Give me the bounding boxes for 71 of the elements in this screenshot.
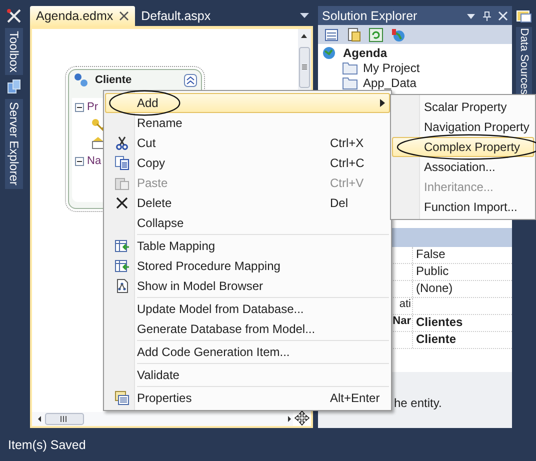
key-icon xyxy=(92,119,104,131)
menu-item[interactable]: Copy Ctrl+C xyxy=(105,153,390,173)
menu-item[interactable]: Table Mapping xyxy=(105,236,390,256)
delete-icon xyxy=(114,195,130,211)
document-tab[interactable]: Agenda.edmx xyxy=(30,6,136,26)
scroll-up-icon[interactable] xyxy=(301,34,307,38)
menu-item[interactable]: Function Import... xyxy=(392,197,534,217)
menu-item[interactable]: Collapse xyxy=(105,213,390,233)
collapse-toggle-icon[interactable] xyxy=(75,156,84,166)
entity-title: Cliente xyxy=(95,74,133,86)
menu-item[interactable]: Generate Database from Model... xyxy=(105,319,390,339)
tools-icon xyxy=(6,8,22,24)
database-icon xyxy=(516,8,532,24)
section-label: Pr xyxy=(87,101,98,113)
menu-item[interactable]: Stored Procedure Mapping xyxy=(105,256,390,276)
panel-title: Solution Explorer xyxy=(322,8,418,22)
folder-icon xyxy=(342,60,358,74)
property-value[interactable]: False xyxy=(416,247,446,261)
web-project-icon xyxy=(322,44,338,60)
scroll-right-icon[interactable] xyxy=(288,416,291,422)
property-description: he entity. xyxy=(394,396,442,410)
horizontal-scrollbar[interactable] xyxy=(32,412,293,426)
menu-item[interactable]: Update Model from Database... xyxy=(105,299,390,319)
document-tab[interactable]: Default.aspx xyxy=(135,6,217,26)
menu-item[interactable]: Delete Del xyxy=(105,193,390,213)
menu-item[interactable]: Properties Alt+Enter xyxy=(105,388,390,408)
property-value[interactable]: Clientes xyxy=(416,315,463,329)
dropdown-icon[interactable] xyxy=(300,13,309,19)
menu-item[interactable]: Validate xyxy=(105,365,390,385)
property-name: ati xyxy=(399,298,411,310)
scroll-thumb[interactable] xyxy=(299,47,310,88)
menu-item[interactable]: Show in Model Browser xyxy=(105,276,390,296)
tree-item[interactable]: My Project xyxy=(363,60,420,74)
menu-item[interactable]: Scalar Property xyxy=(392,97,534,117)
property-value[interactable]: Cliente xyxy=(416,332,456,346)
refresh-icon[interactable] xyxy=(368,26,384,42)
server-icon xyxy=(6,79,22,96)
property-name: Nar xyxy=(392,315,411,327)
close-icon[interactable] xyxy=(119,11,130,21)
property-icon xyxy=(92,137,104,149)
toolwindow-tab[interactable]: Data Sources xyxy=(516,27,532,96)
menu-item[interactable]: Navigation Property xyxy=(392,117,534,137)
pin-icon[interactable] xyxy=(482,10,492,20)
toolwindow-tab[interactable]: Toolbox xyxy=(5,28,23,76)
mapping-icon xyxy=(114,258,130,274)
status-text: Item(s) Saved xyxy=(8,438,86,452)
properties-icon xyxy=(114,390,130,406)
toolwindow-tab[interactable]: Server Explorer xyxy=(5,99,23,189)
menu-item[interactable]: Add xyxy=(105,93,390,113)
menu-item[interactable]: Cut Ctrl+X xyxy=(105,133,390,153)
property-value[interactable]: Public xyxy=(416,264,449,278)
tree-item[interactable]: Agenda xyxy=(343,46,388,60)
scroll-thumb[interactable] xyxy=(45,413,84,425)
mapping-icon xyxy=(114,238,130,254)
entity-icon xyxy=(73,72,89,88)
menu-item[interactable]: Rename xyxy=(105,113,390,133)
clipboard-icon xyxy=(114,175,130,191)
menu-item[interactable]: Add Code Generation Item... xyxy=(105,342,390,362)
show-files-icon[interactable] xyxy=(346,26,362,42)
properties-icon[interactable] xyxy=(324,26,340,42)
copy-icon xyxy=(114,155,130,171)
menu-item[interactable]: Association... xyxy=(392,157,534,177)
scissors-icon xyxy=(114,135,130,151)
scroll-left-icon[interactable] xyxy=(38,416,41,422)
property-value[interactable]: (None) xyxy=(416,281,453,295)
tree-item[interactable]: App_Data xyxy=(363,76,416,90)
collapse-toggle-icon[interactable] xyxy=(75,102,84,112)
section-label: Na xyxy=(87,155,102,167)
globe-icon[interactable] xyxy=(390,26,406,42)
menu-item[interactable]: Complex Property xyxy=(392,137,534,157)
collapse-icon[interactable] xyxy=(184,74,197,86)
